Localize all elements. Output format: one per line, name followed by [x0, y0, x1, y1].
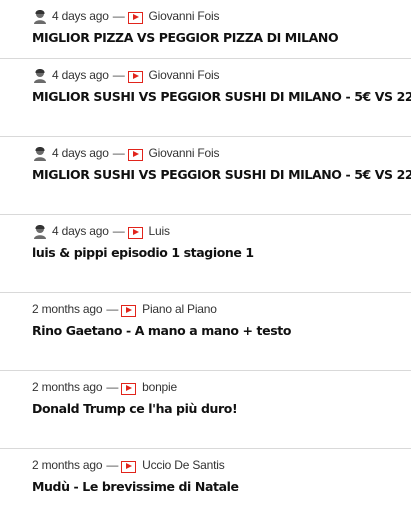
video-title[interactable]: luis & pippi episodio 1 stagione 1: [32, 245, 411, 260]
video-title[interactable]: MIGLIOR SUSHI VS PEGGIOR SUSHI DI MILANO…: [32, 89, 411, 104]
separator: —: [112, 67, 125, 82]
feed-item[interactable]: 2 months ago — Piano al Piano Rino Gaeta…: [0, 293, 411, 371]
separator: —: [106, 301, 119, 316]
item-meta: 4 days ago — Giovanni Fois: [32, 65, 411, 84]
feed-item[interactable]: 4 days ago — Giovanni Fois MIGLIOR SUSHI…: [0, 59, 411, 137]
user-avatar-icon: [34, 224, 46, 239]
channel-name[interactable]: Giovanni Fois: [149, 68, 220, 82]
feed-item[interactable]: 2 months ago — Uccio De Santis Mudù - Le…: [0, 449, 411, 527]
item-meta: 2 months ago — Piano al Piano: [32, 299, 411, 318]
separator: —: [106, 457, 119, 472]
channel-name[interactable]: Giovanni Fois: [149, 146, 220, 160]
item-meta: 4 days ago — Giovanni Fois: [32, 143, 411, 162]
channel-name[interactable]: Luis: [149, 224, 170, 238]
timestamp: 4 days ago: [52, 67, 109, 82]
video-title[interactable]: MIGLIOR PIZZA VS PEGGIOR PIZZA DI MILANO: [32, 30, 411, 45]
feed-item[interactable]: 2 months ago — bonpie Donald Trump ce l'…: [0, 371, 411, 449]
item-meta: 2 months ago — Uccio De Santis: [32, 455, 411, 474]
youtube-play-icon: [121, 304, 137, 317]
youtube-play-icon: [127, 70, 143, 83]
timestamp: 4 days ago: [52, 145, 109, 160]
separator: —: [112, 223, 125, 238]
timestamp: 2 months ago: [32, 379, 103, 394]
feed-item[interactable]: 4 days ago — Giovanni Fois MIGLIOR SUSHI…: [0, 137, 411, 215]
video-title[interactable]: Mudù - Le brevissime di Natale: [32, 479, 411, 494]
user-avatar-icon: [34, 68, 46, 83]
youtube-play-icon: [127, 11, 143, 24]
separator: —: [112, 145, 125, 160]
feed-item[interactable]: 4 days ago — Luis luis & pippi episodio …: [0, 215, 411, 293]
timestamp: 4 days ago: [52, 223, 109, 238]
youtube-play-icon: [127, 148, 143, 161]
timestamp: 2 months ago: [32, 457, 103, 472]
youtube-play-icon: [121, 460, 137, 473]
channel-name[interactable]: bonpie: [142, 380, 177, 394]
channel-name[interactable]: Uccio De Santis: [142, 458, 225, 472]
channel-name[interactable]: Piano al Piano: [142, 302, 217, 316]
user-avatar-icon: [34, 146, 46, 161]
timestamp: 2 months ago: [32, 301, 103, 316]
separator: —: [112, 8, 125, 23]
feed-item[interactable]: 4 days ago — Giovanni Fois MIGLIOR PIZZA…: [0, 0, 411, 59]
channel-name[interactable]: Giovanni Fois: [149, 9, 220, 23]
item-meta: 4 days ago — Giovanni Fois: [32, 6, 411, 25]
video-title[interactable]: MIGLIOR SUSHI VS PEGGIOR SUSHI DI MILANO…: [32, 167, 411, 182]
item-meta: 4 days ago — Luis: [32, 221, 411, 240]
youtube-play-icon: [127, 226, 143, 239]
video-feed: 4 days ago — Giovanni Fois MIGLIOR PIZZA…: [0, 0, 411, 527]
video-title[interactable]: Rino Gaetano - A mano a mano + testo: [32, 323, 411, 338]
item-meta: 2 months ago — bonpie: [32, 377, 411, 396]
youtube-play-icon: [121, 382, 137, 395]
video-title[interactable]: Donald Trump ce l'ha più duro!: [32, 401, 411, 416]
separator: —: [106, 379, 119, 394]
user-avatar-icon: [34, 9, 46, 24]
timestamp: 4 days ago: [52, 8, 109, 23]
